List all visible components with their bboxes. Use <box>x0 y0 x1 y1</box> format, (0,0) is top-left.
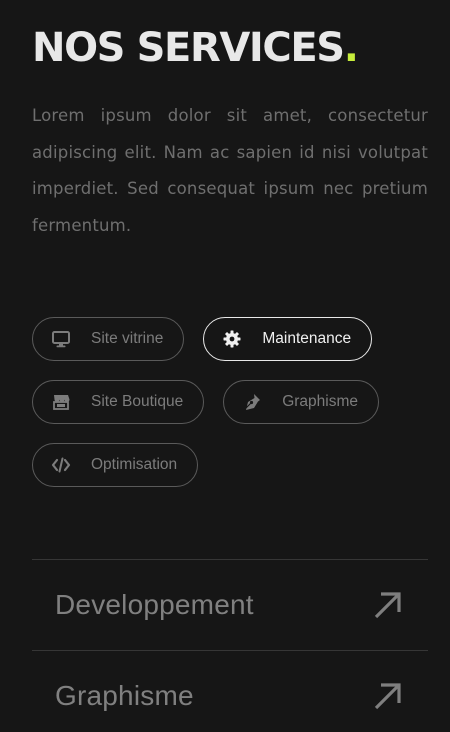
accordion-item-graphisme[interactable]: Graphisme <box>32 650 428 732</box>
chip-optimisation[interactable]: Optimisation <box>32 443 199 487</box>
chip-row: Site vitrine Maintenance <box>32 317 428 361</box>
chip-row: Site Boutique Graphisme <box>32 380 428 424</box>
chip-label: Maintenance <box>262 330 352 347</box>
chip-maintenance[interactable]: Maintenance <box>203 317 373 361</box>
arrow-up-right-icon <box>372 589 404 621</box>
monitor-icon <box>51 329 71 349</box>
chip-label: Site vitrine <box>91 330 164 347</box>
title-accent-dot: . <box>343 25 359 71</box>
chip-row: Optimisation <box>32 443 428 487</box>
arrow-up-right-icon <box>372 680 404 712</box>
chip-label: Site Boutique <box>91 393 184 410</box>
accordion-item-developpement[interactable]: Developpement <box>32 559 428 650</box>
title-text: NOS SERVICES <box>32 25 345 71</box>
pen-nib-icon <box>242 392 262 412</box>
chip-label: Optimisation <box>91 456 178 473</box>
code-icon <box>51 455 71 475</box>
service-chips: Site vitrine Maintenance Site Boutique G… <box>32 317 428 506</box>
services-accordion: Developpement Graphisme <box>32 559 428 732</box>
services-section: NOS SERVICES. Lorem ipsum dolor sit amet… <box>0 0 450 732</box>
gear-icon <box>222 329 242 349</box>
store-icon <box>51 392 71 412</box>
page-title: NOS SERVICES. <box>32 25 359 71</box>
accordion-label: Developpement <box>55 589 254 620</box>
chip-site-vitrine[interactable]: Site vitrine <box>32 317 185 361</box>
accordion-label: Graphisme <box>55 680 194 711</box>
chip-site-boutique[interactable]: Site Boutique <box>32 380 205 424</box>
chip-label: Graphisme <box>282 393 359 410</box>
intro-paragraph: Lorem ipsum dolor sit amet, consectetur … <box>32 106 428 235</box>
chip-graphisme[interactable]: Graphisme <box>223 380 380 424</box>
